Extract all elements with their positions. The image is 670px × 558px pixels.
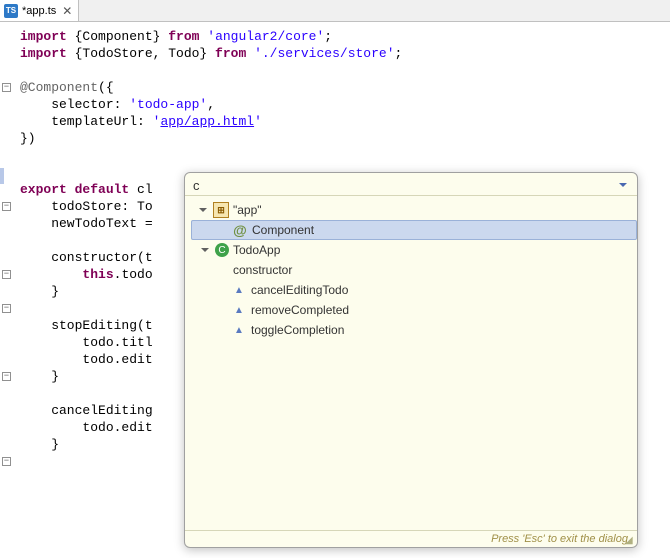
tree-label: "app" <box>233 203 262 217</box>
tree-item-app[interactable]: ⊞ "app" <box>191 200 637 220</box>
tree-label: cancelEditingTodo <box>251 283 348 297</box>
fold-toggle[interactable]: − <box>2 372 11 381</box>
annotation-icon: @ <box>232 222 248 238</box>
tree-item-removeCompleted[interactable]: ▲ removeCompleted <box>191 300 637 320</box>
method-icon: ▲ <box>231 302 247 318</box>
fold-toggle[interactable]: − <box>2 457 11 466</box>
package-icon: ⊞ <box>213 202 229 218</box>
tab-bar: TS *app.ts ✕ <box>0 0 670 22</box>
tab-title: *app.ts <box>22 5 56 17</box>
fold-toggle[interactable]: − <box>2 270 11 279</box>
cursor-marker <box>0 168 4 184</box>
tree-label: Component <box>252 223 314 237</box>
filter-input[interactable] <box>193 178 615 193</box>
fold-toggle[interactable]: − <box>2 202 11 211</box>
fold-toggle[interactable]: − <box>2 83 11 92</box>
tree-item-component[interactable]: @ Component <box>191 220 637 240</box>
class-icon: C <box>215 243 229 257</box>
tree-item-constructor[interactable]: constructor <box>191 260 637 280</box>
editor-tab[interactable]: TS *app.ts ✕ <box>0 0 79 21</box>
fold-toggle[interactable]: − <box>2 304 11 313</box>
quick-outline-popup: ⊞ "app" @ Component C TodoApp constructo… <box>184 172 638 548</box>
tree-item-todoapp[interactable]: C TodoApp <box>191 240 637 260</box>
fold-gutter: − − − − − − <box>0 22 14 558</box>
method-icon: ▲ <box>231 282 247 298</box>
expand-icon[interactable] <box>199 244 211 256</box>
tree-label: removeCompleted <box>251 303 349 317</box>
method-icon: ▲ <box>231 322 247 338</box>
popup-hint: Press 'Esc' to exit the dialog. <box>185 530 637 547</box>
resize-grip-icon[interactable]: ◢ <box>625 535 635 545</box>
tree-label: toggleCompletion <box>251 323 344 337</box>
tree-label: constructor <box>233 263 292 277</box>
tree-item-toggleCompletion[interactable]: ▲ toggleCompletion <box>191 320 637 340</box>
filter-row <box>185 173 637 196</box>
outline-tree[interactable]: ⊞ "app" @ Component C TodoApp constructo… <box>185 196 637 530</box>
typescript-file-icon: TS <box>4 4 18 18</box>
tree-item-cancelEditingTodo[interactable]: ▲ cancelEditingTodo <box>191 280 637 300</box>
close-icon[interactable]: ✕ <box>62 4 72 18</box>
menu-dropdown-icon[interactable] <box>615 177 631 193</box>
tree-label: TodoApp <box>233 243 280 257</box>
expand-icon[interactable] <box>197 204 209 216</box>
